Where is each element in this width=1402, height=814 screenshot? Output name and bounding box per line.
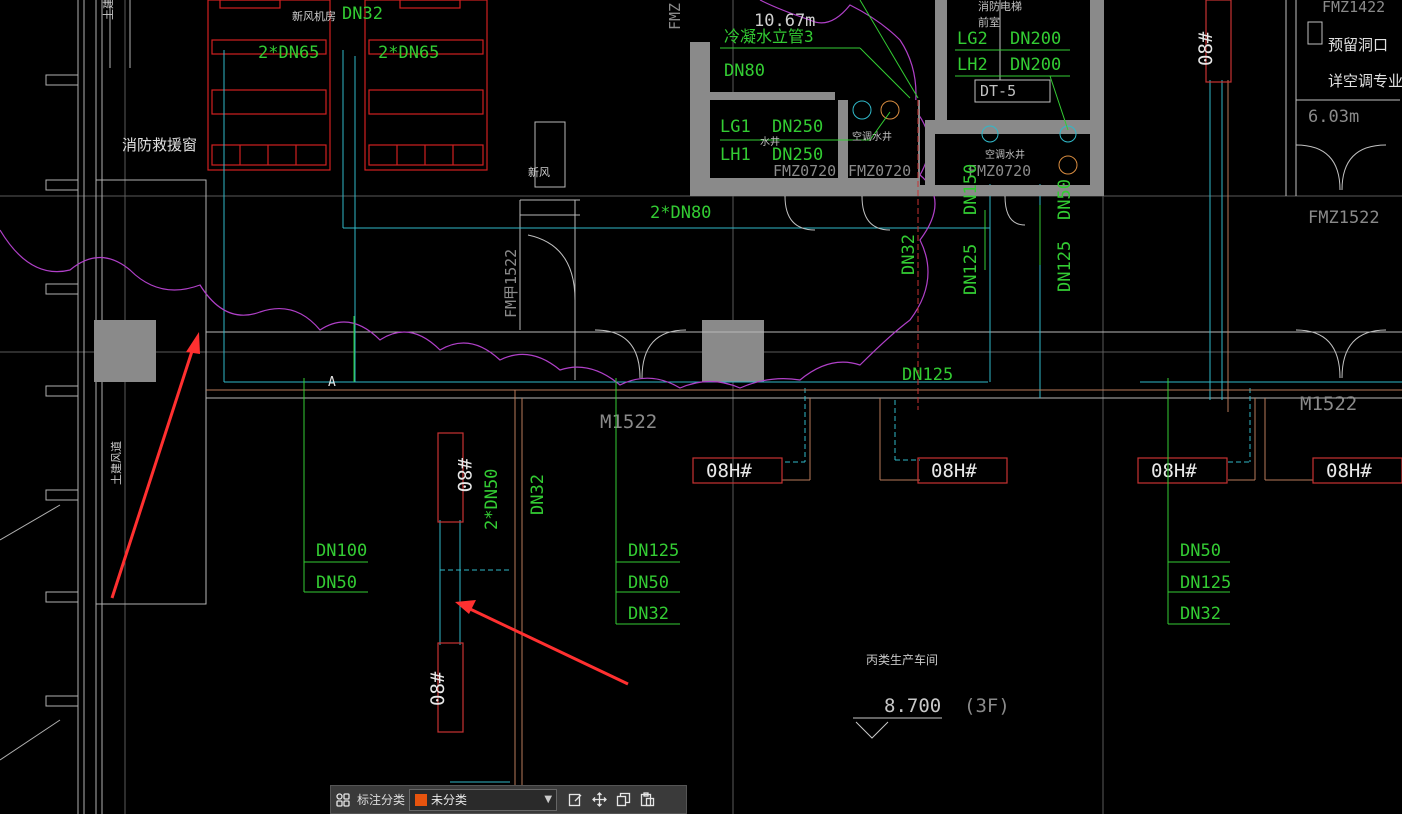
ac-spec-label: 详空调专业 — [1328, 72, 1402, 90]
equipment-tag-label: 08# — [427, 671, 449, 706]
pipe-tag: LG2 — [957, 29, 988, 49]
leader-lines — [303, 378, 1230, 625]
dn-label: DN32 — [1180, 604, 1221, 624]
category-label: 标注分类 — [357, 793, 406, 807]
air-duct-label: 土建风道 — [109, 441, 123, 485]
edit-icon[interactable] — [563, 788, 587, 812]
pipe-tag: LH2 — [957, 55, 988, 75]
door-tag: M1522 — [600, 411, 657, 433]
fire-elevator-label: 前室 — [978, 15, 1000, 29]
category-select[interactable]: 未分类 ▼ — [409, 788, 558, 811]
fresh-air-room-label: 新风机房 — [292, 9, 336, 23]
move-icon[interactable] — [587, 788, 611, 812]
elevation-value: 8.700 — [884, 695, 941, 717]
fire-elevator-label: 消防电梯 — [978, 0, 1022, 13]
dn-label: DN250 — [772, 117, 823, 137]
dn-label: DN100 — [316, 541, 367, 561]
structural-column — [94, 320, 156, 382]
reserve-label: 预留洞口 — [1328, 36, 1388, 54]
fresh-air-unit-left — [207, 0, 331, 171]
cad-canvas[interactable]: 消防救援窗 土建风道 土建风道 新风机房 DN32 2*DN65 2*DN65 … — [0, 0, 1402, 814]
dn-label: DN200 — [1010, 29, 1061, 49]
dn-label: DN200 — [1010, 55, 1061, 75]
equipment-tag-label: 08H# — [931, 460, 977, 482]
pipe-tag: LG1 — [720, 117, 751, 137]
fresh-air-unit-right — [364, 0, 488, 171]
equipment-tag-label: 08H# — [1326, 460, 1372, 482]
ac-well-label: 空调水井 — [852, 130, 892, 143]
dn-label: DN32 — [628, 604, 669, 624]
doors — [527, 195, 1026, 379]
workshop-label: 丙类生产车间 — [866, 652, 938, 667]
paste-icon[interactable] — [635, 788, 659, 812]
red-arrow — [455, 600, 629, 686]
elevation-symbol — [853, 717, 942, 739]
water-well-label: 水井 — [760, 135, 780, 148]
equipment-tag-label: 08H# — [706, 460, 752, 482]
pipe-tag: LH1 — [720, 145, 751, 165]
area-label: 6.03m — [1308, 107, 1359, 127]
dn-label: DN125 — [628, 541, 679, 561]
door-tag: FM甲1522 — [502, 249, 520, 318]
door-tag: FMZ — [666, 3, 684, 30]
door-tag: FMZ1422 — [1322, 0, 1385, 16]
elevator-tag: DT-5 — [980, 82, 1016, 100]
category-select-value: 未分类 — [431, 793, 468, 807]
air-duct-label: 土建风道 — [101, 0, 115, 20]
equipment-tag-label: 08H# — [1151, 460, 1197, 482]
cad-drawing[interactable]: 消防救援窗 土建风道 土建风道 新风机房 DN32 2*DN65 2*DN65 … — [0, 0, 1402, 814]
grid-icon[interactable] — [331, 788, 355, 812]
dn-label: DN32 — [342, 4, 383, 24]
equipment-tag-label: #80 — [453, 458, 475, 492]
copy-icon[interactable] — [611, 788, 635, 812]
dn-label: DN50 — [1180, 541, 1221, 561]
riser-label: 冷凝水立管3 — [724, 27, 814, 46]
category-color-swatch — [415, 793, 428, 806]
floor-label: (3F) — [964, 695, 1010, 717]
dn-label: 2*DN50 — [482, 469, 502, 530]
dn-label: 2*DN65 — [258, 43, 319, 63]
equipment-tag-label: 08# — [1195, 31, 1217, 66]
fire-window-label: 消防救援窗 — [122, 136, 197, 154]
dn-label: 2*DN80 — [650, 203, 711, 223]
dn-label: DN125 — [1055, 241, 1075, 292]
door-tag: M1522 — [1300, 393, 1357, 415]
fresh-air-label: 新风 — [528, 165, 550, 179]
dn-label: 2*DN65 — [378, 43, 439, 63]
right-room — [1285, 0, 1400, 379]
dn-label: DN125 — [1180, 573, 1231, 593]
dn-label: DN32 — [528, 474, 548, 515]
dn-label: DN50 — [628, 573, 669, 593]
dn-label: DN32 — [899, 234, 919, 275]
dn-label: DN50 — [1055, 179, 1075, 220]
dn-label: DN50 — [316, 573, 357, 593]
chevron-down-icon: ▼ — [544, 794, 553, 805]
dn-label: DN125 — [902, 365, 953, 385]
dn-label: DN80 — [724, 61, 765, 81]
dn-label: DN125 — [961, 244, 981, 295]
annotation-toolbar: 标注分类 未分类 ▼ — [330, 785, 687, 814]
axis-tag: A — [328, 375, 336, 390]
structural-column — [702, 320, 764, 382]
door-tag: FMZ1522 — [1308, 208, 1380, 228]
ac-well-label: 空调水井 — [985, 148, 1025, 161]
door-tag: FMZ0720 — [848, 162, 911, 180]
dn-label: DN150 — [961, 164, 981, 215]
door-tag: FMZ0720 — [773, 162, 836, 180]
